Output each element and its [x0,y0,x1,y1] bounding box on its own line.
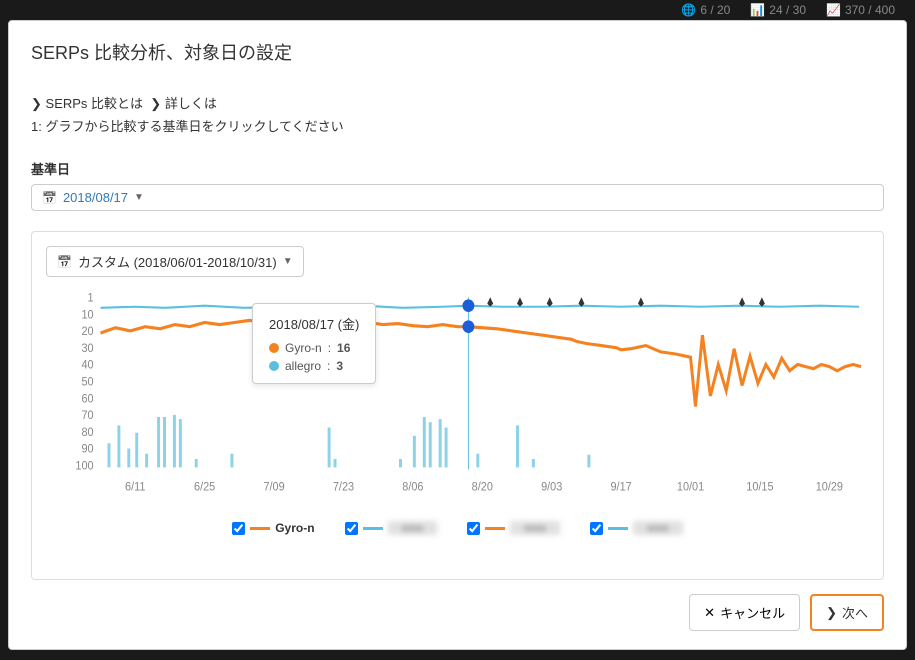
base-date-label: 基準日 [31,159,884,178]
svg-text:6/25: 6/25 [194,481,215,493]
caret-down-icon: ▼ [283,256,293,267]
next-button[interactable]: ❯ 次へ [810,594,884,631]
modal-footer: ✕ キャンセル ❯ 次へ [31,594,884,631]
cancel-button[interactable]: ✕ キャンセル [689,594,800,631]
serps-compare-modal: SERPs 比較分析、対象日の設定 ❯ SERPs 比較とは ❯ 詳しくは 1:… [8,20,907,650]
svg-text:70: 70 [81,410,93,422]
marker-gyro-n [462,320,474,333]
svg-text:90: 90 [81,443,93,455]
close-icon: ✕ [704,605,715,621]
marker-allegro [462,299,474,312]
series-gyro-n [101,320,862,406]
svg-text:20: 20 [81,326,93,338]
modal-title: SERPs 比較分析、対象日の設定 [31,39,884,65]
legend-item-gyro-n[interactable]: Gyro-n [232,521,314,535]
chart-card: カスタム (2018/06/01-2018/10/31) ▼ 1 10 20 3… [31,231,884,580]
legend-item-4[interactable]: ■■■ [590,521,683,535]
series-allegro [101,306,860,308]
svg-text:10/01: 10/01 [677,481,704,493]
chevron-right-icon: ❯ [31,96,42,111]
chevron-right-icon: ❯ [826,605,837,621]
base-date-picker[interactable]: 2018/08/17 ▼ [31,184,884,211]
svg-text:30: 30 [81,343,93,355]
stat-globe: 🌐 6 / 20 [681,2,730,18]
legend-checkbox-3[interactable] [467,522,480,535]
topbar: 🌐 6 / 20 📊 24 / 30 📈 370 / 400 [661,0,915,20]
chevron-right-icon: ❯ [150,96,161,111]
svg-text:60: 60 [81,393,93,405]
instruction-text: 1: グラフから比較する基準日をクリックしてください [31,116,884,135]
svg-text:1: 1 [88,292,94,304]
x-axis: 6/11 6/25 7/09 7/23 8/06 8/20 9/03 9/17 … [125,481,843,493]
legend-checkbox-2[interactable] [345,522,358,535]
svg-text:40: 40 [81,359,93,371]
rank-chart[interactable]: 1 10 20 30 40 50 60 70 80 90 100 6/11 6/… [46,291,869,501]
stat-trend: 📈 370 / 400 [826,2,895,18]
date-range-picker[interactable]: カスタム (2018/06/01-2018/10/31) ▼ [46,246,304,277]
swatch-teal-icon [608,527,628,530]
bars-series [107,415,590,468]
svg-text:9/17: 9/17 [611,481,632,493]
svg-text:10: 10 [81,309,93,321]
svg-text:10/29: 10/29 [816,481,843,493]
link-details[interactable]: 詳しくは [165,96,217,111]
dot-teal-icon [269,361,279,371]
swatch-orange-icon [250,527,270,530]
svg-text:8/06: 8/06 [402,481,423,493]
base-date-value: 2018/08/17 [63,190,128,205]
range-label: カスタム (2018/06/01-2018/10/31) [78,252,277,271]
svg-text:8/20: 8/20 [472,481,493,493]
swatch-orange-icon [485,527,505,530]
svg-text:80: 80 [81,427,93,439]
svg-text:50: 50 [81,376,93,388]
chart-legend: Gyro-n ■■■ ■■■ ■■■ [46,521,869,535]
chart-tooltip: 2018/08/17 (金) Gyro-n:16 allegro:3 [252,303,376,384]
dot-orange-icon [269,343,279,353]
stat-bar: 📊 24 / 30 [750,2,806,18]
help-links: ❯ SERPs 比較とは ❯ 詳しくは [31,93,884,112]
calendar-icon [57,254,72,269]
svg-text:9/03: 9/03 [541,481,562,493]
legend-item-3[interactable]: ■■■ [467,521,560,535]
tooltip-row-gyro-n: Gyro-n:16 [269,341,359,355]
svg-text:7/23: 7/23 [333,481,354,493]
svg-text:7/09: 7/09 [263,481,284,493]
legend-item-2[interactable]: ■■■ [345,521,438,535]
svg-text:10/15: 10/15 [746,481,773,493]
tooltip-date: 2018/08/17 (金) [269,314,359,333]
legend-checkbox-4[interactable] [590,522,603,535]
svg-text:100: 100 [75,460,93,472]
swatch-teal-icon [363,527,383,530]
tooltip-row-allegro: allegro:3 [269,359,359,373]
legend-checkbox-gyro-n[interactable] [232,522,245,535]
link-about-serps[interactable]: SERPs 比較とは [46,96,144,111]
calendar-icon [42,190,57,205]
svg-text:6/11: 6/11 [125,481,145,493]
y-axis: 1 10 20 30 40 50 60 70 80 90 100 [75,292,93,472]
caret-down-icon: ▼ [134,192,144,203]
